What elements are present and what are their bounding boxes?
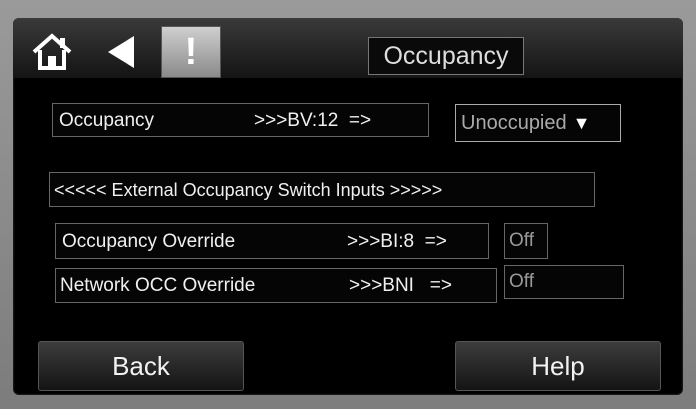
occupancy-override-point: >>>BI:8 => (347, 230, 447, 252)
network-occ-override-field: Network OCC Override >>>BNI => (55, 268, 497, 303)
back-arrow-icon (108, 36, 134, 68)
occupancy-override-field: Occupancy Override >>>BI:8 => (55, 223, 489, 259)
back-button[interactable]: Back (38, 341, 244, 391)
occupancy-override-value: Off (504, 223, 548, 259)
home-button[interactable] (30, 30, 74, 74)
occupancy-select-value: Unoccupied (461, 111, 567, 134)
network-occ-override-point: >>>BNI => (349, 275, 452, 296)
home-icon (32, 33, 72, 70)
back-arrow-button[interactable] (102, 30, 146, 74)
chevron-down-icon: ▼ (572, 112, 591, 133)
occupancy-label: Occupancy (59, 109, 155, 131)
alert-icon: ! (184, 31, 198, 73)
network-occ-override-value: Off (504, 265, 624, 299)
network-occ-override-label: Network OCC Override (60, 275, 256, 296)
help-button[interactable]: Help (455, 341, 661, 391)
section-title: <<<<< External Occupancy Switch Inputs >… (49, 172, 595, 207)
alert-button[interactable]: ! (161, 26, 221, 78)
page-title: Occupancy (368, 37, 524, 75)
occupancy-override-label: Occupancy Override (62, 230, 236, 252)
occupancy-point: >>>BV:12 => (254, 109, 372, 131)
occupancy-select[interactable]: Unoccupied ▼ (455, 104, 621, 142)
occupancy-point-field: Occupancy >>>BV:12 => (52, 103, 429, 137)
